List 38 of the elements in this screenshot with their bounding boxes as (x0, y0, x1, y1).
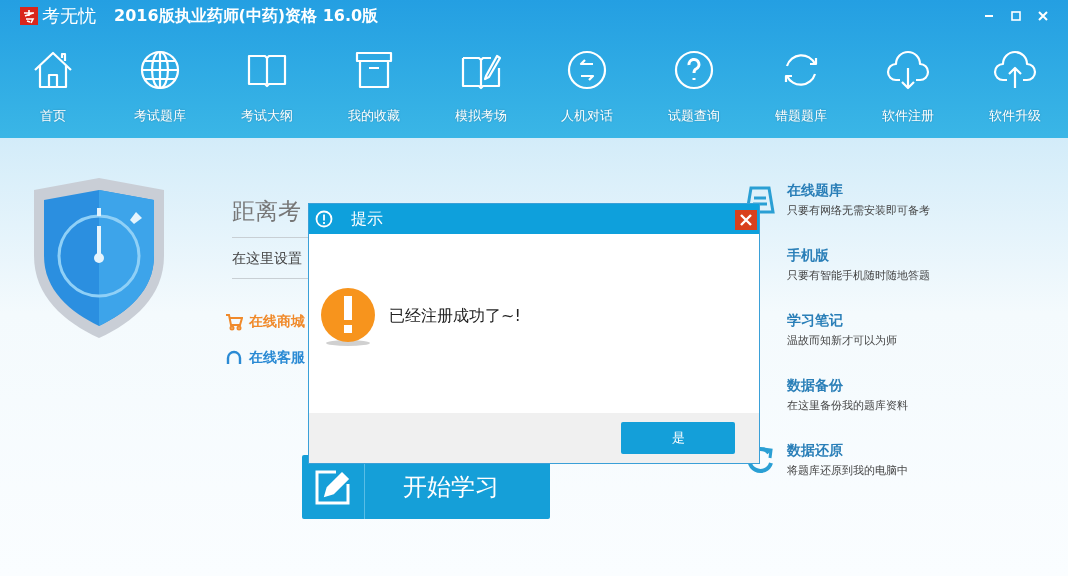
online-service-link[interactable]: 在线客服 (225, 349, 305, 367)
online-shop-link[interactable]: 在线商城 (225, 313, 305, 331)
nav-button[interactable]: 软件升级 (961, 48, 1068, 125)
app-logo-text: 考无忧 (42, 4, 96, 28)
cloud-download-icon (885, 48, 930, 92)
nav-button[interactable]: 考试题库 (106, 48, 214, 125)
yes-button[interactable]: 是 (621, 422, 735, 454)
nav-button[interactable]: 模拟考场 (427, 48, 534, 125)
logo-icon (20, 7, 38, 25)
warning-icon (319, 286, 377, 347)
window-title: 2016版执业药师(中药)资格 16.0版 (114, 5, 379, 27)
dialog-message: 已经注册成功了~! (389, 306, 521, 327)
countdown-text: 距离考 (232, 197, 301, 226)
feature-title[interactable]: 学习笔记 (787, 312, 897, 330)
feature-description: 将题库还原到我的电脑中 (787, 463, 908, 478)
feature-description: 温故而知新才可以为师 (787, 333, 897, 348)
feature-title[interactable]: 数据备份 (787, 377, 908, 395)
nav-button[interactable]: 首页 (0, 48, 107, 125)
nav-button[interactable]: 我的收藏 (320, 48, 428, 125)
headphones-icon (225, 349, 243, 367)
cart-icon (225, 313, 243, 331)
nav-button[interactable]: 试题查询 (640, 48, 748, 125)
edit-icon (314, 468, 352, 506)
info-icon (315, 210, 333, 228)
feature-title[interactable]: 手机版 (787, 247, 930, 265)
nav-button[interactable]: 软件注册 (854, 48, 962, 125)
tray-icon (745, 186, 775, 214)
close-icon[interactable] (735, 210, 757, 230)
feature-description: 只要有智能手机随时随地答题 (787, 268, 930, 283)
dialog-title: 提示 (351, 208, 383, 230)
nav-button[interactable]: 考试大纲 (213, 48, 321, 125)
nav-button[interactable]: 错题题库 (747, 48, 855, 125)
exam-date-setting-text: 在这里设置 (232, 250, 303, 268)
nav-button[interactable]: 人机对话 (534, 48, 641, 125)
feature-description: 只要有网络无需安装即可备考 (787, 203, 930, 218)
feature-title[interactable]: 在线题库 (787, 182, 930, 200)
feature-description: 在这里备份我的题库资料 (787, 398, 908, 413)
feature-title[interactable]: 数据还原 (787, 442, 908, 460)
